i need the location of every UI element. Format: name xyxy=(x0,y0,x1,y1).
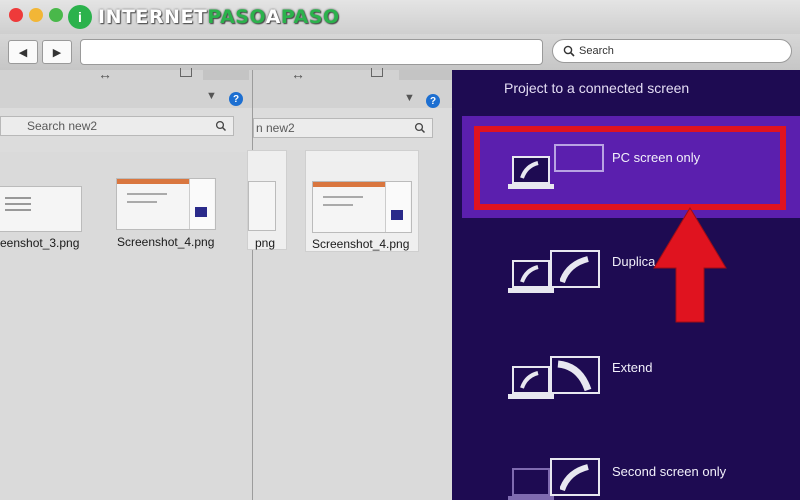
file-name[interactable]: Screenshot_4.png xyxy=(117,235,214,249)
help-icon[interactable]: ? xyxy=(229,92,243,106)
maximize-icon[interactable] xyxy=(180,68,192,77)
maximize-icon[interactable] xyxy=(371,68,383,77)
search-icon xyxy=(215,120,227,132)
explorer-search-box[interactable]: n new2 xyxy=(253,118,433,138)
forward-button[interactable]: ▶ xyxy=(42,40,72,64)
file-thumbnail xyxy=(312,181,412,233)
explorer-titlebar: ↔ ▼ ? xyxy=(0,66,252,108)
explorer-window-middle: ↔ ▼ ? n new2 png Screenshot_4.png xyxy=(247,66,452,500)
resize-icon: ↔ xyxy=(291,66,305,82)
duplicate-icon[interactable] xyxy=(506,250,606,300)
file-name[interactable]: eenshot_3.png xyxy=(0,236,79,250)
close-window-button[interactable] xyxy=(9,8,23,22)
search-icon xyxy=(414,122,426,134)
search-placeholder: Search xyxy=(579,45,614,57)
option-second-screen-label[interactable]: Second screen only xyxy=(612,464,726,479)
explorer-file-area: eenshot_3.png Screenshot_4.png xyxy=(0,152,252,500)
help-icon[interactable]: ? xyxy=(426,94,440,108)
minimize-window-button[interactable] xyxy=(29,8,43,22)
file-thumbnail xyxy=(248,181,276,231)
explorer-window-left: ↔ ▼ ? Search new2 eenshot_3.png Screensh… xyxy=(0,66,252,500)
red-arrow-icon xyxy=(653,207,727,323)
file-name: Screenshot_4.png xyxy=(312,237,410,251)
explorer-titlebar: ↔ ▼ ? xyxy=(253,66,452,108)
chevron-down-icon[interactable]: ▼ xyxy=(206,90,217,102)
file-thumbnail[interactable] xyxy=(116,178,216,230)
file-tile[interactable] xyxy=(247,150,287,250)
chevron-down-icon[interactable]: ▼ xyxy=(404,92,415,104)
window-titlebar: i INTERNETPASOAPASO xyxy=(0,0,800,34)
back-button[interactable]: ◀ xyxy=(8,40,38,64)
option-pc-screen-only[interactable]: PC screen only xyxy=(462,116,800,218)
explorer-file-area: png Screenshot_4.png xyxy=(247,150,452,500)
window-controls[interactable] xyxy=(203,70,249,80)
logo-icon: i xyxy=(68,5,92,29)
file-thumbnail[interactable] xyxy=(0,186,82,232)
search-box-text: n new2 xyxy=(256,121,295,135)
file-name[interactable]: png xyxy=(255,236,275,250)
file-tile[interactable]: Screenshot_4.png xyxy=(305,150,419,252)
option-label: PC screen only xyxy=(612,150,701,165)
address-bar[interactable] xyxy=(80,39,543,65)
zoom-window-button[interactable] xyxy=(49,8,63,22)
panel-title: Project to a connected screen xyxy=(504,80,690,96)
site-logo: i INTERNETPASOAPASO xyxy=(68,4,340,30)
browser-toolbar: ◀ ▶ Search xyxy=(0,34,800,71)
option-duplicate-label[interactable]: Duplica xyxy=(612,254,655,269)
option-extend-label[interactable]: Extend xyxy=(612,360,652,375)
browser-search-field[interactable]: Search xyxy=(552,39,792,63)
extend-icon[interactable] xyxy=(506,356,606,406)
forward-arrow-icon: ▶ xyxy=(52,46,62,59)
explorer-search-box[interactable]: Search new2 xyxy=(0,116,234,136)
logo-text: INTERNETPASOAPASO xyxy=(98,6,340,28)
resize-icon: ↔ xyxy=(98,66,112,82)
back-arrow-icon: ◀ xyxy=(18,46,28,59)
search-box-text: Search new2 xyxy=(27,119,98,133)
window-controls[interactable] xyxy=(399,70,452,80)
search-icon xyxy=(563,45,575,57)
second-screen-icon[interactable] xyxy=(506,458,606,500)
